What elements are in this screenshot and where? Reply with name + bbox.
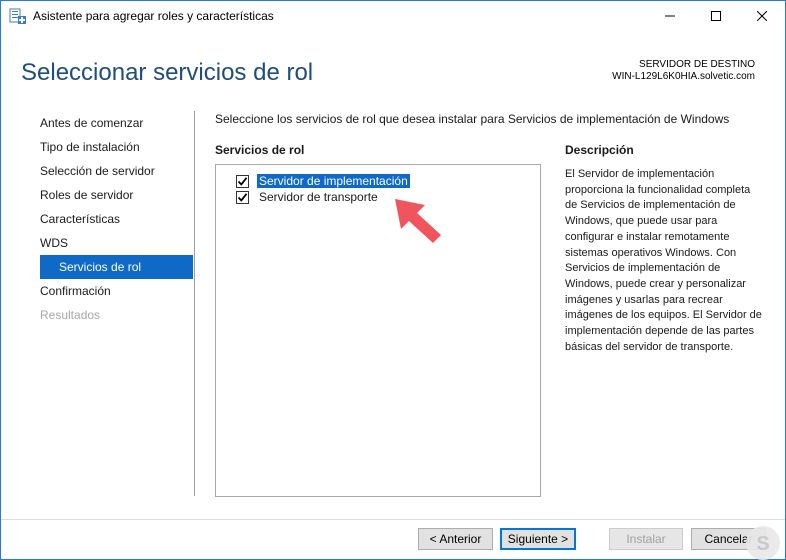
nav-item-roles-de-servidor[interactable]: Roles de servidor xyxy=(29,183,194,207)
nav-divider xyxy=(194,111,195,496)
instruction-text: Seleccione los servicios de rol que dese… xyxy=(215,112,730,126)
next-button[interactable]: Siguiente > xyxy=(500,528,576,550)
maximize-button[interactable] xyxy=(693,1,739,32)
minimize-icon xyxy=(665,8,675,26)
nav-item-confirmacion[interactable]: Confirmación xyxy=(29,279,194,303)
close-button[interactable] xyxy=(739,1,785,32)
footer-divider xyxy=(1,519,785,520)
page-title: Seleccionar servicios de rol xyxy=(21,59,314,86)
destination-server-name: WIN-L129L6K0HIA.solvetic.com xyxy=(612,71,755,82)
nav-item-seleccion-de-servidor[interactable]: Selección de servidor xyxy=(29,159,194,183)
nav-item-resultados: Resultados xyxy=(40,308,101,322)
nav-item-servicios-de-rol[interactable]: Servicios de rol xyxy=(40,255,193,279)
checkbox-servidor-de-implementacion[interactable] xyxy=(236,174,249,188)
service-label-servidor-de-implementacion: Servidor de implementación xyxy=(257,174,410,188)
nav-item-caracteristicas[interactable]: Características xyxy=(29,207,194,231)
title-bar: Asistente para agregar roles y caracterí… xyxy=(1,1,785,32)
window-title: Asistente para agregar roles y caracterí… xyxy=(33,9,274,23)
checkmark-icon xyxy=(237,192,248,202)
svg-text:S: S xyxy=(756,533,769,555)
close-icon xyxy=(756,8,768,26)
maximize-icon xyxy=(711,8,721,26)
destination-server-label: SERVIDOR DE DESTINO xyxy=(639,59,755,70)
previous-button[interactable]: < Anterior xyxy=(418,528,493,550)
nav-item-antes-de-comenzar[interactable]: Antes de comenzar xyxy=(29,111,194,135)
description-header: Descripción xyxy=(565,143,634,157)
annotation-arrow-icon xyxy=(381,191,451,251)
watermark-logo-icon: S xyxy=(739,521,783,560)
service-row-servidor-de-transporte[interactable]: Servidor de transporte xyxy=(236,189,380,205)
nav-item-wds[interactable]: WDS xyxy=(29,231,194,255)
minimize-button[interactable] xyxy=(647,1,693,32)
role-services-list: Servidor de implementación Servidor de t… xyxy=(215,164,541,497)
service-row-servidor-de-implementacion[interactable]: Servidor de implementación xyxy=(236,173,410,189)
wizard-window: Asistente para agregar roles y caracterí… xyxy=(0,0,786,560)
install-button: Instalar xyxy=(609,528,683,550)
checkmark-icon xyxy=(237,176,248,186)
description-text: El Servidor de implementación proporcion… xyxy=(565,168,762,353)
service-label-servidor-de-transporte: Servidor de transporte xyxy=(259,190,378,204)
checkbox-servidor-de-transporte[interactable] xyxy=(236,190,249,204)
nav-item-tipo-de-instalacion[interactable]: Tipo de instalación xyxy=(29,135,194,159)
services-header: Servicios de rol xyxy=(215,143,305,157)
server-manager-icon xyxy=(9,8,27,25)
wizard-nav: Antes de comenzar Tipo de instalación Se… xyxy=(29,111,194,327)
